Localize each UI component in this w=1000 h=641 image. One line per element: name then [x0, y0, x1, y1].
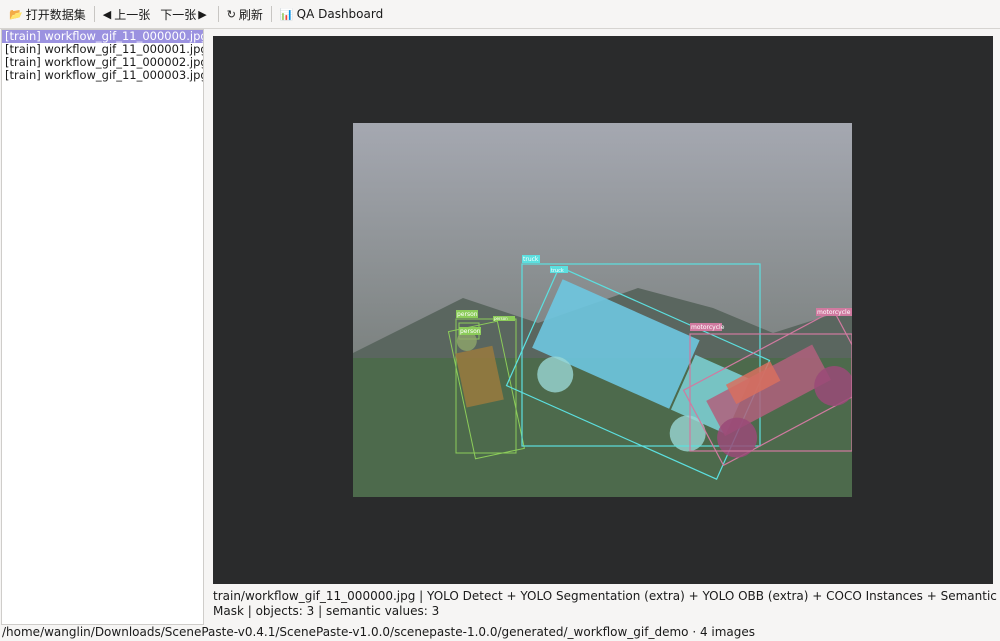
triangle-right-icon: ▶ — [198, 7, 207, 21]
status-bar: /home/wanglin/Downloads/ScenePaste-v0.4.… — [2, 625, 756, 639]
qa-dashboard-button[interactable]: 📊 QA Dashboard — [275, 2, 388, 26]
toolbar-separator — [217, 6, 219, 22]
bar-chart-icon: 📊 — [279, 7, 294, 21]
file-list-item[interactable]: [train] workflow_gif_11_000000.jpg — [2, 30, 203, 43]
annotation-label: truck — [523, 256, 539, 263]
annotation-label: person — [494, 316, 508, 321]
folder-open-icon: 📂 — [9, 7, 23, 21]
annotated-image: person person person truck truck motorcy… — [353, 123, 852, 497]
refresh-icon: ↻ — [226, 7, 236, 21]
prev-image-label: 上一张 — [114, 7, 151, 22]
annotation-label: person — [457, 311, 478, 318]
image-info-text: train/workflow_gif_11_000000.jpg | YOLO … — [213, 589, 997, 618]
refresh-button[interactable]: ↻ 刷新 — [222, 2, 268, 26]
open-dataset-label: 打开数据集 — [25, 7, 86, 22]
open-dataset-button[interactable]: 📂 打开数据集 — [4, 2, 91, 26]
image-viewer[interactable]: person person person truck truck motorcy… — [213, 36, 993, 584]
file-list-item[interactable]: [train] workflow_gif_11_000001.jpg — [2, 43, 203, 56]
file-list-item[interactable]: [train] workflow_gif_11_000003.jpg — [2, 69, 203, 82]
refresh-label: 刷新 — [238, 7, 263, 22]
file-list-item[interactable]: [train] workflow_gif_11_000002.jpg — [2, 56, 203, 69]
annotation-label: motorcycle — [691, 324, 725, 331]
next-image-label: 下一张 — [160, 7, 197, 22]
qa-dashboard-label: QA Dashboard — [296, 7, 384, 21]
toolbar-separator — [270, 6, 272, 22]
prev-image-button[interactable]: ◀ 上一张 — [98, 2, 155, 26]
annotation-label: motorcycle — [817, 309, 851, 316]
annotation-label: person — [460, 328, 481, 335]
toolbar: 📂 打开数据集 ◀ 上一张 下一张 ▶ ↻ 刷新 📊 QA Dashboard — [0, 0, 1000, 29]
file-list[interactable]: [train] workflow_gif_11_000000.jpg [trai… — [1, 29, 204, 625]
next-image-button[interactable]: 下一张 ▶ — [155, 2, 214, 26]
triangle-left-icon: ◀ — [102, 7, 112, 21]
annotation-label: truck — [551, 268, 564, 274]
toolbar-separator — [93, 6, 95, 22]
